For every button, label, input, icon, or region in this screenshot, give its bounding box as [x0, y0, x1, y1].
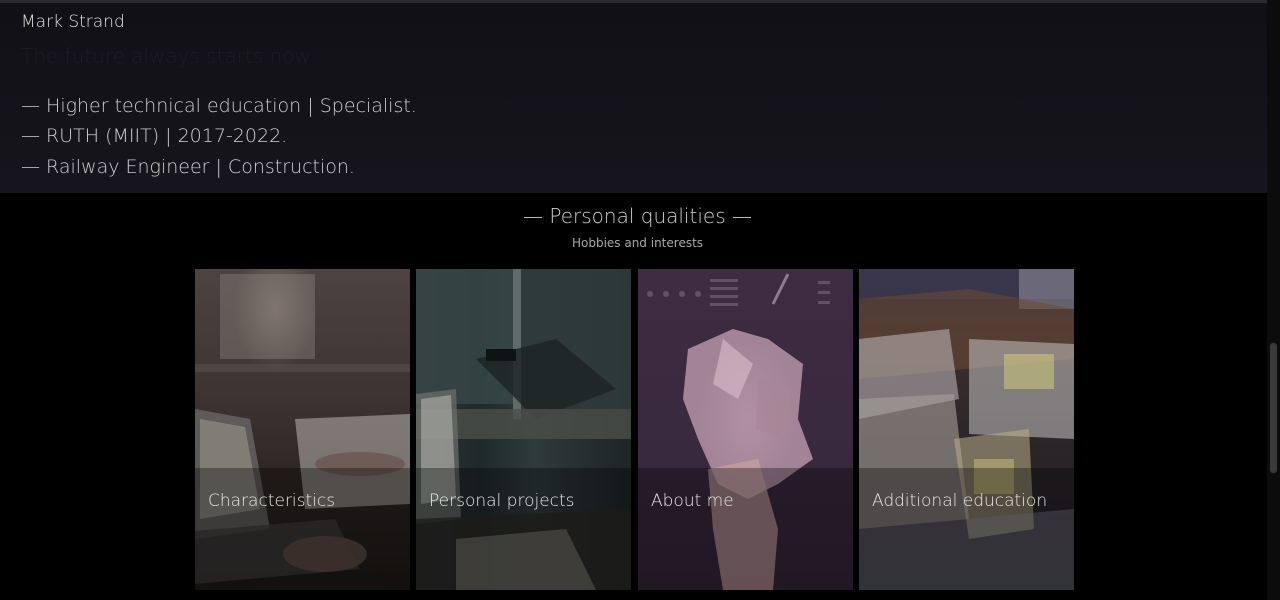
quote-author: Mark Strand	[21, 12, 125, 32]
card-additional-education[interactable]: Additional education	[859, 269, 1074, 590]
caption-overlay	[859, 468, 1074, 590]
caption-overlay	[416, 468, 631, 590]
education-section: Mark Strand The future always starts now…	[0, 0, 1267, 193]
card-characteristics[interactable]: Characteristics	[195, 269, 410, 590]
section-divider	[0, 0, 1267, 3]
page: Mark Strand The future always starts now…	[0, 0, 1280, 600]
education-line-degree: — Higher technical education | Specialis…	[21, 95, 417, 117]
card-label: Additional education	[872, 491, 1048, 511]
caption-overlay	[195, 468, 410, 590]
scrollbar-thumb[interactable]	[1270, 343, 1277, 473]
card-label: Characteristics	[208, 491, 336, 511]
page-scrollbar[interactable]	[1267, 0, 1280, 600]
section-title: — Personal qualities —	[523, 204, 752, 228]
section-subtitle: Hobbies and interests	[571, 236, 704, 250]
card-label: Personal projects	[429, 491, 575, 511]
caption-overlay	[638, 468, 853, 590]
card-label: About me	[651, 491, 734, 511]
education-line-specialty: — Railway Engineer | Construction.	[21, 156, 355, 178]
quote-text: The future always starts now	[21, 44, 311, 68]
card-personal-projects[interactable]: Personal projects	[416, 269, 631, 590]
education-line-university: — RUTH (MIIT) | 2017-2022.	[21, 125, 288, 147]
card-about-me[interactable]: About me	[638, 269, 853, 590]
